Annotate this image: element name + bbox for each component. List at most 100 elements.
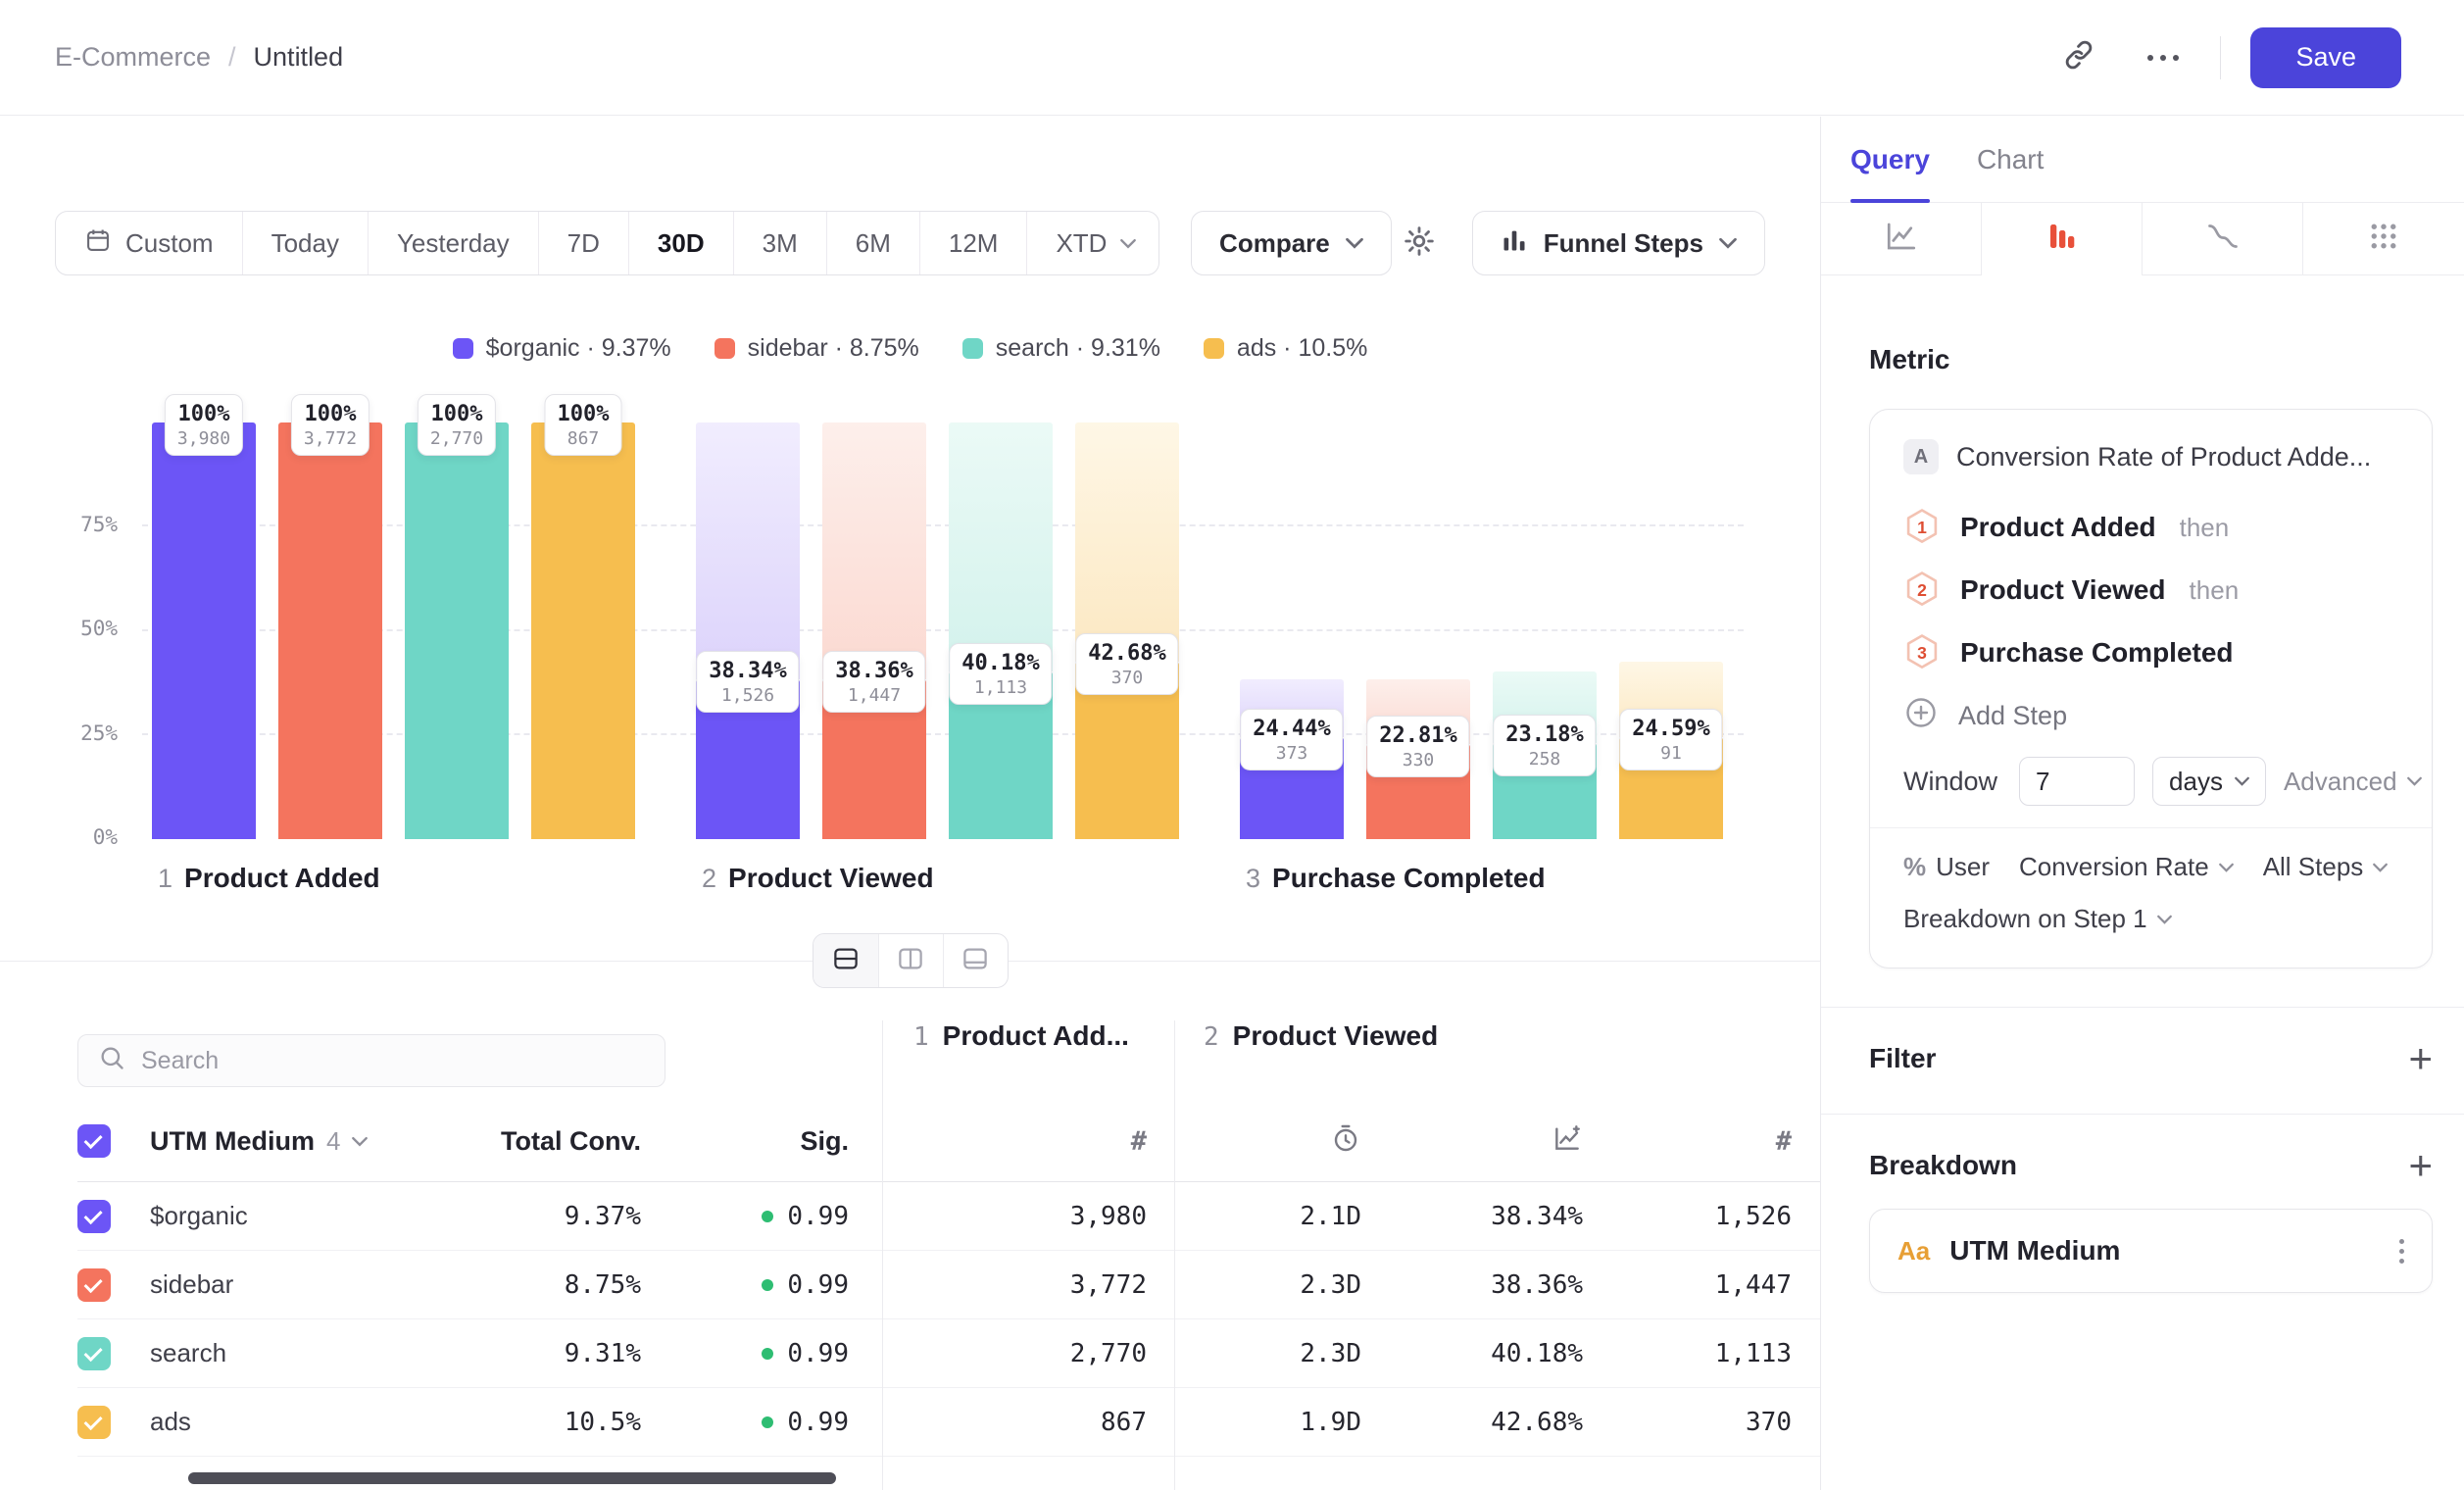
- link-icon: [2062, 38, 2095, 76]
- bar-remainder: [696, 422, 800, 679]
- breakdown-item[interactable]: Aa UTM Medium: [1869, 1209, 2433, 1293]
- search-input[interactable]: [141, 1047, 645, 1075]
- funnel-step-row-2[interactable]: 2 Product Viewed then: [1903, 559, 2398, 621]
- range-3m[interactable]: 3M: [733, 212, 826, 274]
- funnel-step-row-1[interactable]: 1 Product Added then: [1903, 496, 2398, 559]
- table-row-name[interactable]: $organic: [130, 1182, 430, 1251]
- funnel-step-row-3[interactable]: 3 Purchase Completed: [1903, 621, 2398, 684]
- layout-toggle-bottom[interactable]: [943, 934, 1008, 987]
- chart-type-more[interactable]: [2303, 203, 2464, 274]
- measure-entity[interactable]: User: [1936, 852, 1990, 882]
- measure-scope-select[interactable]: All Steps: [2263, 852, 2389, 882]
- horizontal-scrollbar[interactable]: [188, 1472, 836, 1484]
- window-unit-select[interactable]: days: [2152, 757, 2266, 806]
- breadcrumb-parent[interactable]: E-Commerce: [55, 42, 211, 73]
- add-filter-button[interactable]: +: [2408, 1041, 2433, 1076]
- step2-count: 1,526: [1715, 1202, 1792, 1231]
- funnel-steps-view-select[interactable]: Funnel Steps: [1472, 211, 1765, 275]
- total-conv-header[interactable]: Total Conv.: [430, 1101, 641, 1182]
- hash-icon: #: [1131, 1126, 1147, 1157]
- metric-badge: A: [1903, 439, 1939, 474]
- row-checkbox[interactable]: [77, 1406, 111, 1439]
- breakdown-table: 1 Product Add... 2 Product Viewed UTM Me…: [0, 1020, 1820, 1490]
- breakdown-on-step-select[interactable]: Breakdown on Step 1: [1903, 904, 2398, 934]
- funnel-bar[interactable]: 24.59% 91: [1619, 422, 1723, 839]
- chevron-down-icon: [1120, 238, 1136, 249]
- legend-item[interactable]: ads · 10.5%: [1204, 334, 1367, 363]
- range-6m[interactable]: 6M: [826, 212, 919, 274]
- range-custom[interactable]: Custom: [56, 212, 242, 274]
- step2-rate-header[interactable]: [1382, 1101, 1603, 1182]
- tab-chart[interactable]: Chart: [1977, 117, 2044, 202]
- tab-query[interactable]: Query: [1850, 117, 1930, 202]
- funnel-bar[interactable]: 24.44% 373: [1240, 422, 1344, 839]
- sig-value: 0.99: [787, 1202, 849, 1231]
- funnel-bar[interactable]: 22.81% 330: [1366, 422, 1470, 839]
- percent-icon: %: [1903, 852, 1926, 882]
- chart-type-funnel[interactable]: [1982, 203, 2143, 274]
- row-checkbox[interactable]: [77, 1337, 111, 1370]
- range-30d[interactable]: 30D: [628, 212, 733, 274]
- add-breakdown-button[interactable]: +: [2408, 1148, 2433, 1183]
- add-step-button[interactable]: Add Step: [1903, 684, 2398, 747]
- window-value-input[interactable]: [2019, 757, 2135, 806]
- funnel-bar[interactable]: 100% 3,980: [152, 422, 256, 839]
- sig-header[interactable]: Sig.: [641, 1101, 882, 1182]
- step2-rate: 38.34%: [1491, 1202, 1583, 1231]
- chart-type-retention[interactable]: [2143, 203, 2303, 274]
- filter-heading: Filter: [1869, 1043, 1936, 1074]
- row-checkbox[interactable]: [77, 1268, 111, 1302]
- step2-count-header[interactable]: #: [1603, 1101, 1820, 1182]
- bar-value-label: 100% 3,772: [291, 394, 370, 456]
- compare-button[interactable]: Compare: [1191, 211, 1392, 275]
- more-menu-button[interactable]: [2136, 30, 2191, 85]
- funnel-bar[interactable]: 40.18% 1,113: [949, 422, 1053, 839]
- bar-value-label: 23.18% 258: [1493, 715, 1596, 776]
- measure-metric-select[interactable]: Conversion Rate: [2019, 852, 2234, 882]
- layout-toggle-columns[interactable]: [878, 934, 943, 987]
- plot-area: 100% 3,980 100% 3,772: [142, 422, 1744, 839]
- breadcrumb-current[interactable]: Untitled: [254, 42, 344, 73]
- table-row-name[interactable]: sidebar: [130, 1251, 430, 1319]
- funnel-bar[interactable]: 23.18% 258: [1493, 422, 1597, 839]
- save-button[interactable]: Save: [2250, 27, 2401, 88]
- step2-count: 1,113: [1715, 1339, 1792, 1368]
- funnel-bar[interactable]: 38.36% 1,447: [822, 422, 926, 839]
- funnel-bar[interactable]: 38.34% 1,526: [696, 422, 800, 839]
- step2-time-header[interactable]: [1174, 1101, 1382, 1182]
- step-label: 3 Purchase Completed: [1246, 863, 1546, 894]
- bar-value-label: 24.44% 373: [1240, 709, 1343, 770]
- chart-settings-button[interactable]: [1392, 216, 1447, 271]
- table-row-name[interactable]: search: [130, 1319, 430, 1388]
- kebab-menu-icon[interactable]: [2399, 1239, 2404, 1264]
- range-xtd[interactable]: XTD: [1026, 212, 1159, 274]
- chart-type-line[interactable]: [1821, 203, 1982, 274]
- table-row-name[interactable]: ads: [130, 1388, 430, 1457]
- panel-bottom-icon: [961, 944, 990, 978]
- select-all-checkbox[interactable]: [77, 1124, 111, 1158]
- metric-title[interactable]: Conversion Rate of Product Adde...: [1956, 442, 2371, 472]
- breakdown-column-header[interactable]: UTM Medium 4: [130, 1101, 430, 1182]
- table-search[interactable]: [77, 1034, 665, 1087]
- bar-value-label: 24.59% 91: [1619, 709, 1722, 770]
- funnel-bar[interactable]: 42.68% 370: [1075, 422, 1179, 839]
- funnel-bar[interactable]: 100% 3,772: [278, 422, 382, 839]
- legend-item[interactable]: sidebar · 8.75%: [715, 334, 919, 363]
- step1-count-header[interactable]: #: [882, 1101, 1174, 1182]
- funnel-step-group-3: 24.44% 373 22.81% 330: [1240, 422, 1723, 839]
- funnel-bar[interactable]: 100% 867: [531, 422, 635, 839]
- legend-item[interactable]: $organic · 9.37%: [453, 334, 671, 363]
- bar-converted: [531, 422, 635, 839]
- range-yesterday[interactable]: Yesterday: [368, 212, 538, 274]
- row-checkbox[interactable]: [77, 1200, 111, 1233]
- range-today[interactable]: Today: [242, 212, 368, 274]
- advanced-toggle[interactable]: Advanced: [2284, 767, 2422, 797]
- legend-item[interactable]: search · 9.31%: [962, 334, 1160, 363]
- range-12m[interactable]: 12M: [919, 212, 1027, 274]
- share-link-button[interactable]: [2051, 30, 2106, 85]
- total-conv-value: 9.31%: [565, 1339, 641, 1368]
- range-7d[interactable]: 7D: [538, 212, 628, 274]
- main-area: Custom Today Yesterday 7D 30D 3M 6M 12M …: [0, 117, 1820, 1490]
- layout-toggle-rows[interactable]: [813, 934, 878, 987]
- funnel-bar[interactable]: 100% 2,770: [405, 422, 509, 839]
